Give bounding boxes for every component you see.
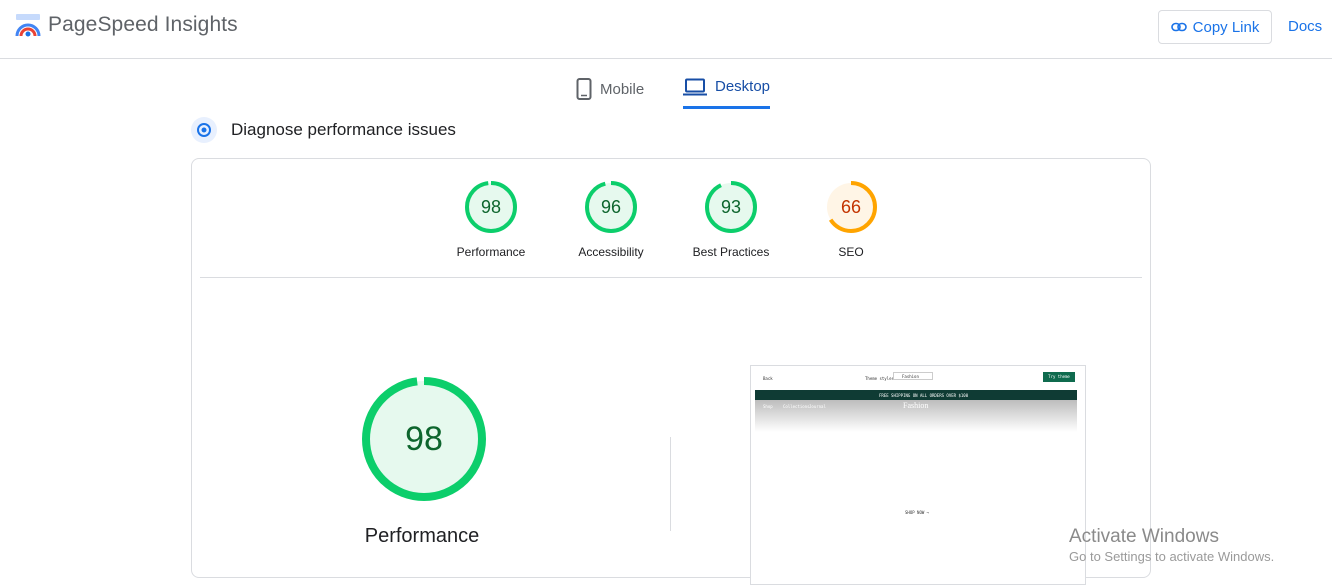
thumb-hero: Shop Collections Journal Fashion [755,400,1077,432]
thumb-theme-select: Fashion [893,372,933,380]
thumb-nav-1: Shop [763,404,773,409]
gauge-score: 66 [840,197,862,217]
laptop-icon [683,78,707,95]
thumb-toolbar: Back Theme styles Fashion Try theme [751,366,1085,390]
gauge-score: 98 [480,197,502,217]
app-title: PageSpeed Insights [48,13,238,36]
thumb-nav-2: Collections [783,404,810,409]
tab-mobile-label: Mobile [600,80,645,98]
docs-link[interactable]: Docs [1288,18,1322,35]
tab-desktop-label: Desktop [715,78,771,95]
diagnose-title: Diagnose performance issues [231,120,456,139]
main-score: 98 [405,420,443,458]
page-screenshot-thumbnail: Back Theme styles Fashion Try theme FREE… [750,365,1086,585]
thumb-nav-3: Journal [809,404,826,409]
gauge-accessibility[interactable]: 96 Accessibility [556,181,666,259]
performance-main-gauge: 98 [362,377,486,501]
vertical-divider [670,437,671,531]
top-bar: PageSpeed Insights Copy Link Docs [0,0,1332,59]
diagnose-section-header: Diagnose performance issues [191,117,456,143]
gauge-label: Best Practices [692,245,770,259]
activate-windows-title: Activate Windows [1069,526,1219,547]
pagespeed-logo-icon [15,14,41,37]
gauge-performance[interactable]: 98 Performance [436,181,546,259]
tab-mobile[interactable]: Mobile [576,70,644,108]
thumb-brand: Fashion [903,401,929,410]
link-icon [1170,22,1187,32]
gauge-score: 96 [600,197,622,217]
mobile-phone-icon [576,78,592,100]
gauge-best-practices[interactable]: 93 Best Practices [676,181,786,259]
copy-link-button[interactable]: Copy Link [1158,10,1272,44]
thumb-banner: FREE SHIPPING ON ALL ORDERS OVER $100 [755,390,1077,400]
divider [200,277,1142,278]
gauge-label: Performance [456,245,526,259]
tab-desktop[interactable]: Desktop [683,70,771,109]
thumb-try-button: Try theme [1043,372,1075,382]
gauge-seo[interactable]: 66 SEO [796,181,906,259]
report-card: 98 Performance 96 Accessibility 93 Best … [191,158,1151,585]
gauge-score: 93 [720,197,742,217]
score-gauges: 98 Performance 96 Accessibility 93 Best … [192,181,1150,261]
gauge-label: Accessibility [578,245,644,259]
gauge-label: SEO [838,245,864,259]
thumb-center-text: SHOP NOW → [905,510,930,515]
copy-link-label: Copy Link [1192,18,1260,36]
thumb-theme-label: Theme styles [865,376,894,381]
thumb-back: Back [763,376,773,381]
speedometer-icon [191,117,217,143]
thumb-banner-text: FREE SHIPPING ON ALL ORDERS OVER $100 [879,393,969,398]
main-score-label: Performance [364,525,480,547]
